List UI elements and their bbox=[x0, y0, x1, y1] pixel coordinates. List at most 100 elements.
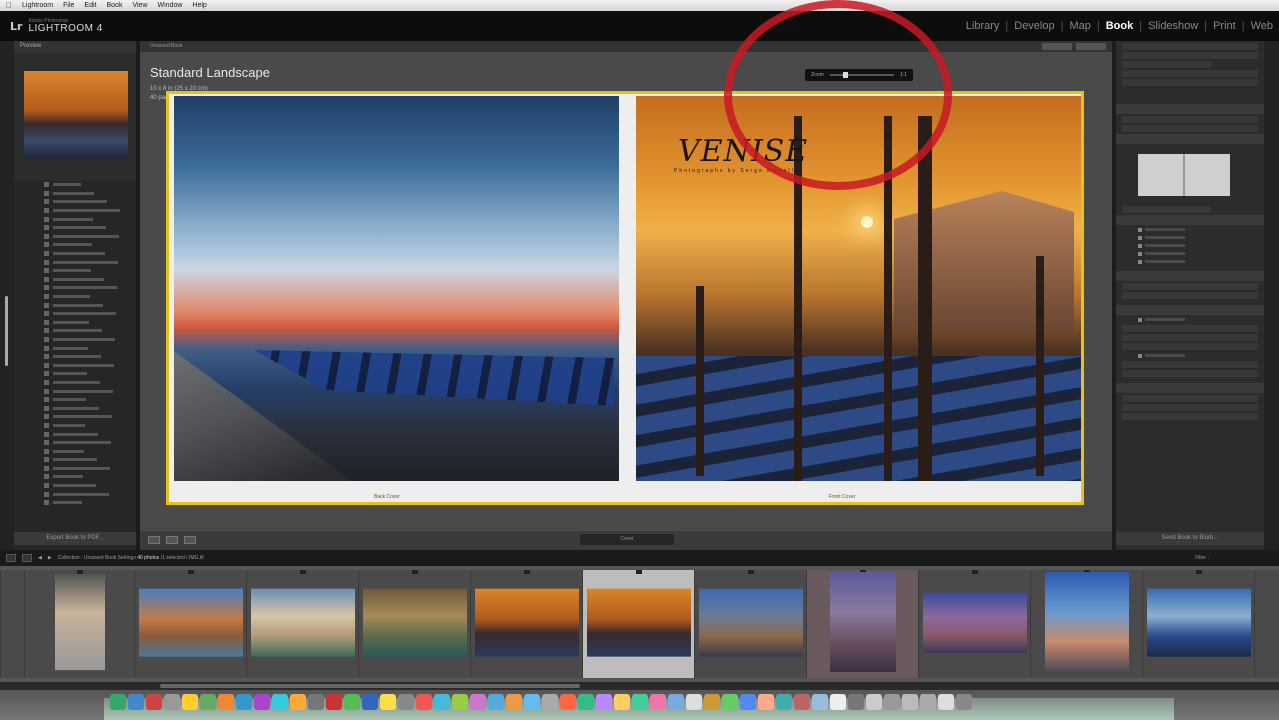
create-book-button[interactable] bbox=[1042, 43, 1072, 50]
photo-cells-checkbox[interactable] bbox=[1138, 250, 1256, 257]
module-library[interactable]: Library bbox=[966, 20, 1000, 32]
caption-options[interactable] bbox=[1122, 361, 1258, 368]
dock-app-icon[interactable] bbox=[146, 694, 162, 710]
dock-app-icon[interactable] bbox=[488, 694, 504, 710]
dock-app-icon[interactable] bbox=[686, 694, 702, 710]
type-options[interactable] bbox=[1122, 413, 1258, 420]
apple-menu-icon[interactable]:  bbox=[6, 1, 12, 10]
thumbnail[interactable] bbox=[586, 588, 691, 657]
thumbnail[interactable] bbox=[1146, 588, 1251, 657]
dock-app-icon[interactable] bbox=[650, 694, 666, 710]
caption-options[interactable] bbox=[1122, 370, 1258, 377]
page-selector[interactable]: Cover bbox=[580, 534, 674, 545]
dock-app-icon[interactable] bbox=[794, 694, 810, 710]
thumbnail[interactable] bbox=[474, 588, 579, 657]
guides-header[interactable] bbox=[1116, 215, 1264, 225]
collection-item[interactable] bbox=[44, 370, 136, 379]
filmstrip-cell[interactable] bbox=[1030, 570, 1142, 678]
collection-item[interactable] bbox=[44, 396, 136, 405]
create-saved-book-button[interactable] bbox=[1076, 43, 1106, 50]
send-book-to-blurb-button[interactable]: Send Book to Blurb... bbox=[1116, 532, 1264, 545]
filmstrip-scrollbar[interactable] bbox=[0, 682, 1279, 690]
dock-app-icon[interactable] bbox=[362, 694, 378, 710]
padding-slider[interactable] bbox=[1122, 292, 1258, 299]
collection-item[interactable] bbox=[44, 267, 136, 276]
menu-file[interactable]: File bbox=[63, 2, 74, 9]
dock-app-icon[interactable] bbox=[668, 694, 684, 710]
collection-item[interactable] bbox=[44, 284, 136, 293]
collection-item[interactable] bbox=[44, 447, 136, 456]
dock-app-icon[interactable] bbox=[938, 694, 954, 710]
collection-item[interactable] bbox=[44, 344, 136, 353]
dock-app-icon[interactable] bbox=[722, 694, 738, 710]
collection-item[interactable] bbox=[44, 301, 136, 310]
dock-app-icon[interactable] bbox=[416, 694, 432, 710]
collection-item[interactable] bbox=[44, 456, 136, 465]
thumbnail[interactable] bbox=[138, 588, 243, 657]
dock-app-icon[interactable] bbox=[182, 694, 198, 710]
module-print[interactable]: Print bbox=[1213, 20, 1236, 32]
dock-app-icon[interactable] bbox=[848, 694, 864, 710]
layout-buttons[interactable] bbox=[1122, 125, 1258, 132]
type-options[interactable] bbox=[1122, 395, 1258, 402]
collection-item[interactable] bbox=[44, 422, 136, 431]
collection-item[interactable] bbox=[44, 473, 136, 482]
collection-item[interactable] bbox=[44, 224, 136, 233]
type-header[interactable] bbox=[1116, 383, 1264, 393]
dock-app-icon[interactable] bbox=[236, 694, 252, 710]
text-safe-area-checkbox[interactable] bbox=[1138, 242, 1256, 249]
dock-app-icon[interactable] bbox=[866, 694, 882, 710]
menu-lightroom[interactable]: Lightroom bbox=[22, 2, 53, 9]
module-map[interactable]: Map bbox=[1069, 20, 1090, 32]
collection-item[interactable] bbox=[44, 499, 136, 508]
thumbnail[interactable] bbox=[54, 574, 105, 671]
menu-view[interactable]: View bbox=[132, 2, 147, 9]
collection-item[interactable] bbox=[44, 198, 136, 207]
collection-item[interactable] bbox=[44, 181, 136, 190]
collection-item[interactable] bbox=[44, 293, 136, 302]
collection-item[interactable] bbox=[44, 387, 136, 396]
dock-app-icon[interactable] bbox=[470, 694, 486, 710]
dock-app-icon[interactable] bbox=[218, 694, 234, 710]
thumbnail[interactable] bbox=[250, 588, 355, 657]
dock-app-icon[interactable] bbox=[956, 694, 972, 710]
cell-header[interactable] bbox=[1116, 271, 1264, 281]
grid-view-button[interactable] bbox=[22, 554, 32, 562]
preview-panel-header[interactable]: Preview bbox=[14, 41, 136, 53]
collection-item[interactable] bbox=[44, 430, 136, 439]
book-settings-row[interactable] bbox=[1122, 79, 1258, 86]
thumbnail[interactable] bbox=[362, 588, 467, 657]
collection-item[interactable] bbox=[44, 276, 136, 285]
dock-app-icon[interactable] bbox=[380, 694, 396, 710]
dock-app-icon[interactable] bbox=[272, 694, 288, 710]
preset-dropdown[interactable] bbox=[1122, 116, 1258, 123]
menu-book[interactable]: Book bbox=[106, 2, 122, 9]
collection-item[interactable] bbox=[44, 250, 136, 259]
dock-app-icon[interactable] bbox=[110, 694, 126, 710]
filmstrip-cell[interactable] bbox=[24, 570, 134, 678]
dock-app-icon[interactable] bbox=[884, 694, 900, 710]
filmstrip-cell[interactable] bbox=[918, 570, 1030, 678]
dock-app-icon[interactable] bbox=[128, 694, 144, 710]
collection-item[interactable] bbox=[44, 413, 136, 422]
book-settings-row[interactable] bbox=[1122, 61, 1211, 68]
filmstrip-cell[interactable] bbox=[1254, 570, 1279, 678]
caption-header[interactable] bbox=[1116, 305, 1264, 315]
caption-options[interactable] bbox=[1122, 334, 1258, 341]
collection-item[interactable] bbox=[44, 258, 136, 267]
dock-app-icon[interactable] bbox=[614, 694, 630, 710]
dock-app-icon[interactable] bbox=[200, 694, 216, 710]
dock-app-icon[interactable] bbox=[398, 694, 414, 710]
back-arrow-icon[interactable]: ◀ bbox=[38, 555, 42, 561]
dock-app-icon[interactable] bbox=[254, 694, 270, 710]
module-slideshow[interactable]: Slideshow bbox=[1148, 20, 1198, 32]
dock-app-icon[interactable] bbox=[434, 694, 450, 710]
thumbnail[interactable] bbox=[698, 588, 803, 657]
page-number-row[interactable] bbox=[1122, 206, 1211, 213]
collection-item[interactable] bbox=[44, 404, 136, 413]
thumbnail[interactable] bbox=[829, 572, 896, 672]
book-settings-row[interactable] bbox=[1122, 70, 1258, 77]
filmstrip-cell[interactable] bbox=[470, 570, 582, 678]
filler-text-checkbox[interactable] bbox=[1138, 258, 1256, 265]
dock-app-icon[interactable] bbox=[776, 694, 792, 710]
